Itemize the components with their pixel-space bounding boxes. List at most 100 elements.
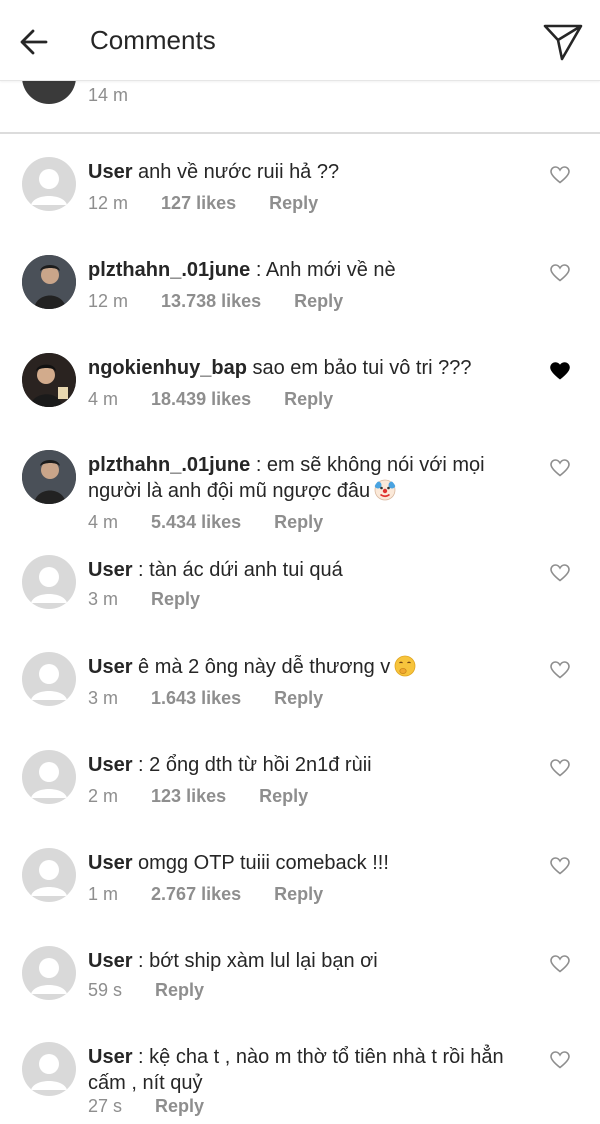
heart-filled-icon[interactable] xyxy=(550,362,570,380)
comment-body: : kệ cha t , nào m thờ tổ tiên nhà t rồi… xyxy=(88,1046,504,1094)
likes-count[interactable]: 1.643 likes xyxy=(151,688,241,708)
comment-username[interactable]: User xyxy=(88,754,132,776)
comment-body: : bớt ship xàm lul lại bạn ơi xyxy=(138,950,378,972)
comment-text: User ê mà 2 ông này dễ thương v xyxy=(88,654,518,680)
comment-time: 4 m xyxy=(88,389,119,409)
comment-username[interactable]: User xyxy=(88,950,132,972)
comment-time: 12 m xyxy=(88,193,129,213)
heart-icon[interactable] xyxy=(550,459,570,477)
heart-icon[interactable] xyxy=(550,759,570,777)
comment-text: User omgg OTP tuiii comeback !!! xyxy=(88,850,518,876)
comment-text: User : 2 ổng dth từ hồi 2n1đ rùii xyxy=(88,752,518,778)
default-avatar-icon xyxy=(31,169,67,205)
comment-meta: 4 m 18.439 likes Reply xyxy=(88,389,361,410)
comment-username[interactable]: ngokienhuy_bap xyxy=(88,357,247,379)
comment-username[interactable]: User xyxy=(88,559,132,581)
reply-button[interactable]: Reply xyxy=(294,291,343,311)
header-bar: Comments xyxy=(0,0,600,81)
page-title: Comments xyxy=(90,25,216,55)
avatar[interactable] xyxy=(22,1042,76,1096)
comment-time: 3 m xyxy=(88,589,119,609)
profile-photo xyxy=(22,255,76,309)
comment-username[interactable]: plzthahn_.01june xyxy=(88,259,250,281)
comment-time: 12 m xyxy=(88,291,129,311)
likes-count[interactable]: 18.439 likes xyxy=(151,389,251,409)
previous-comment: 14 m xyxy=(0,50,600,134)
reply-button[interactable]: Reply xyxy=(151,589,200,609)
comment-text: User : kệ cha t , nào m thờ tổ tiên nhà … xyxy=(88,1044,518,1096)
comment-meta: 12 m 13.738 likes Reply xyxy=(88,291,371,312)
avatar[interactable] xyxy=(22,555,76,609)
heart-icon[interactable] xyxy=(550,564,570,582)
comment-meta: 2 m 123 likes Reply xyxy=(88,786,336,807)
default-avatar-icon xyxy=(31,664,67,700)
comment-body: : Anh mới về nè xyxy=(255,259,396,281)
comment-time: 27 s xyxy=(88,1096,123,1116)
clown-face-icon xyxy=(374,479,396,501)
comment-meta: 1 m 2.767 likes Reply xyxy=(88,884,351,905)
comment-username[interactable]: plzthahn_.01june xyxy=(88,454,250,476)
arrow-left-icon[interactable] xyxy=(18,26,50,58)
comment-meta: 12 m 127 likes Reply xyxy=(88,193,346,214)
comment-text: ngokienhuy_bap sao em bảo tui vô tri ??? xyxy=(88,355,518,381)
reply-button[interactable]: Reply xyxy=(155,1096,204,1116)
comment-username[interactable]: User xyxy=(88,161,132,183)
comment-body: omgg OTP tuiii comeback !!! xyxy=(138,852,389,874)
likes-count[interactable]: 123 likes xyxy=(151,786,226,806)
comment-body: ê mà 2 ông này dễ thương v xyxy=(138,656,391,678)
paper-plane-icon[interactable] xyxy=(542,22,584,62)
shushing-face-icon xyxy=(394,655,416,677)
default-avatar-icon xyxy=(31,958,67,994)
comment-body: : tàn ác dứi anh tui quá xyxy=(138,559,343,581)
default-avatar-icon xyxy=(31,860,67,896)
default-avatar-icon xyxy=(31,1054,67,1090)
avatar[interactable] xyxy=(22,750,76,804)
default-avatar-icon xyxy=(31,567,67,603)
comment-meta: 27 s Reply xyxy=(88,1096,232,1117)
comment-text: plzthahn_.01june : em sẽ không nói với m… xyxy=(88,452,518,504)
heart-icon[interactable] xyxy=(550,661,570,679)
likes-count[interactable]: 5.434 likes xyxy=(151,512,241,532)
heart-icon[interactable] xyxy=(550,955,570,973)
reply-button[interactable]: Reply xyxy=(274,512,323,532)
profile-photo xyxy=(22,450,76,504)
comment-text: User anh về nước ruii hả ?? xyxy=(88,159,518,185)
comment-text: plzthahn_.01june : Anh mới về nè xyxy=(88,257,518,283)
comment-body: : 2 ổng dth từ hồi 2n1đ rùii xyxy=(138,754,372,776)
likes-count[interactable]: 2.767 likes xyxy=(151,884,241,904)
comment-meta: 4 m 5.434 likes Reply xyxy=(88,512,351,533)
likes-count[interactable]: 13.738 likes xyxy=(161,291,261,311)
heart-icon[interactable] xyxy=(550,1051,570,1069)
avatar[interactable] xyxy=(22,946,76,1000)
reply-button[interactable]: Reply xyxy=(269,193,318,213)
avatar[interactable] xyxy=(22,848,76,902)
avatar[interactable] xyxy=(22,255,76,309)
comment-username[interactable]: User xyxy=(88,852,132,874)
comment-username[interactable]: User xyxy=(88,656,132,678)
comment-time: 1 m xyxy=(88,884,119,904)
comment-text: User : bớt ship xàm lul lại bạn ơi xyxy=(88,948,518,974)
comment-meta: 3 m Reply xyxy=(88,589,228,610)
avatar[interactable] xyxy=(22,652,76,706)
reply-button[interactable]: Reply xyxy=(284,389,333,409)
reply-button[interactable]: Reply xyxy=(274,688,323,708)
heart-icon[interactable] xyxy=(550,264,570,282)
comment-time: 59 s xyxy=(88,980,123,1000)
avatar[interactable] xyxy=(22,450,76,504)
comment-body: sao em bảo tui vô tri ??? xyxy=(252,357,472,379)
comment-meta: 59 s Reply xyxy=(88,980,232,1001)
default-avatar-icon xyxy=(31,762,67,798)
avatar[interactable] xyxy=(22,157,76,211)
comment-body: anh về nước ruii hả ?? xyxy=(138,161,340,183)
avatar[interactable] xyxy=(22,353,76,407)
comment-meta: 3 m 1.643 likes Reply xyxy=(88,688,351,709)
comment-username[interactable]: User xyxy=(88,1046,132,1068)
comment-time: 14 m xyxy=(88,85,129,105)
heart-icon[interactable] xyxy=(550,166,570,184)
profile-photo xyxy=(22,353,76,407)
reply-button[interactable]: Reply xyxy=(259,786,308,806)
reply-button[interactable]: Reply xyxy=(155,980,204,1000)
reply-button[interactable]: Reply xyxy=(274,884,323,904)
likes-count[interactable]: 127 likes xyxy=(161,193,236,213)
heart-icon[interactable] xyxy=(550,857,570,875)
